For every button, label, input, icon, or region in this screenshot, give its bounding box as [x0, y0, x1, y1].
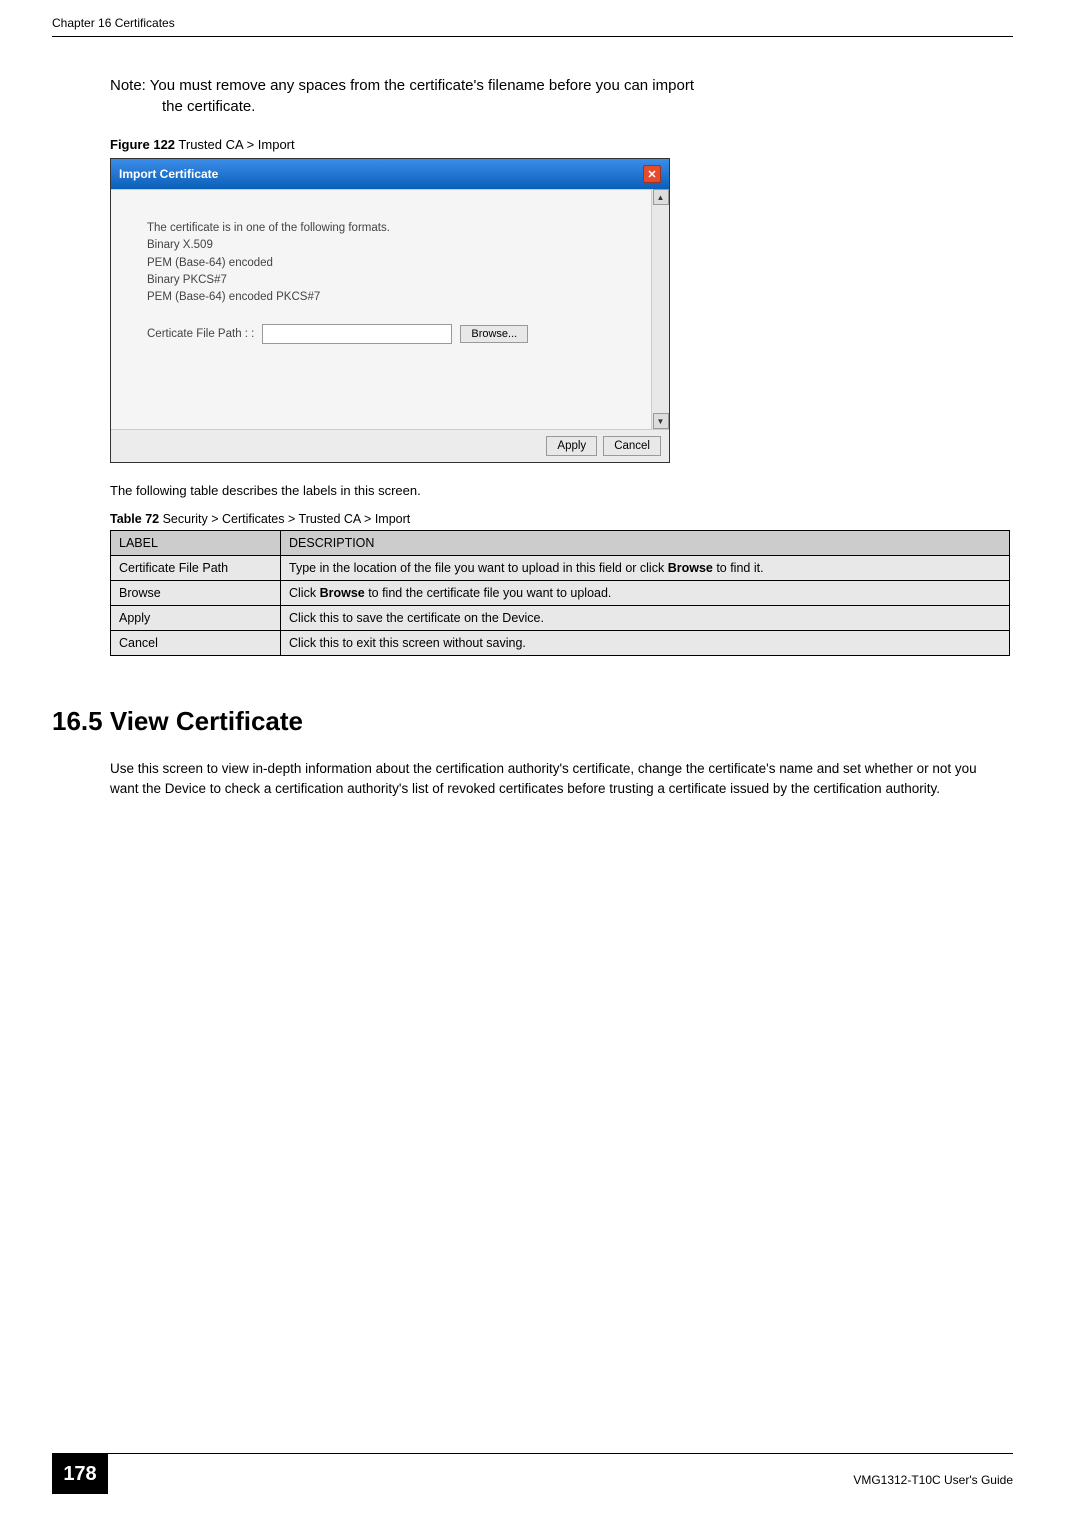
scroll-down-icon[interactable]: ▼ — [653, 413, 669, 429]
figure-label: Figure 122 — [110, 137, 175, 152]
table-cell-desc: Click Browse to find the certificate fil… — [281, 581, 1010, 606]
table-row: Cancel Click this to exit this screen wi… — [111, 631, 1010, 656]
format-item: PEM (Base-64) encoded — [147, 255, 627, 272]
certificate-formats-list: The certificate is in one of the followi… — [147, 220, 627, 306]
filepath-input[interactable] — [262, 324, 452, 344]
apply-button[interactable]: Apply — [546, 436, 597, 456]
table-caption: Table 72 Security > Certificates > Trust… — [110, 512, 1013, 526]
table-row: Browse Click Browse to find the certific… — [111, 581, 1010, 606]
note-line2: the certificate. — [110, 96, 1013, 117]
table-row: Certificate File Path Type in the locati… — [111, 556, 1010, 581]
note-prefix: Note: — [110, 77, 150, 94]
table-cell-label: Cancel — [111, 631, 281, 656]
table-cell-desc: Type in the location of the file you wan… — [281, 556, 1010, 581]
filepath-label: Certicate File Path : : — [147, 328, 254, 340]
close-icon[interactable]: ✕ — [643, 165, 661, 183]
section-heading: 16.5 View Certificate — [52, 706, 1013, 737]
browse-button[interactable]: Browse... — [460, 325, 528, 343]
table-intro-text: The following table describes the labels… — [110, 483, 1013, 498]
table-caption-text: Security > Certificates > Trusted CA > I… — [159, 512, 410, 526]
note-text: Note: You must remove any spaces from th… — [110, 75, 1013, 117]
formats-intro: The certificate is in one of the followi… — [147, 220, 627, 237]
table-cell-label: Browse — [111, 581, 281, 606]
format-item: Binary X.509 — [147, 237, 627, 254]
table-cell-desc: Click this to save the certificate on th… — [281, 606, 1010, 631]
note-line1: You must remove any spaces from the cert… — [150, 77, 694, 94]
table-label: Table 72 — [110, 512, 159, 526]
chapter-header: Chapter 16 Certificates — [52, 16, 175, 30]
table-header-label: LABEL — [111, 531, 281, 556]
figure-caption-text: Trusted CA > Import — [175, 137, 295, 152]
page-number: 178 — [52, 1454, 108, 1494]
format-item: Binary PKCS#7 — [147, 272, 627, 289]
section-body: Use this screen to view in-depth informa… — [110, 759, 1005, 798]
description-table: LABEL DESCRIPTION Certificate File Path … — [110, 530, 1010, 656]
table-row: Apply Click this to save the certificate… — [111, 606, 1010, 631]
table-header-desc: DESCRIPTION — [281, 531, 1010, 556]
table-cell-desc: Click this to exit this screen without s… — [281, 631, 1010, 656]
dialog-footer: Apply Cancel — [111, 429, 669, 462]
table-cell-label: Certificate File Path — [111, 556, 281, 581]
scroll-up-icon[interactable]: ▲ — [653, 189, 669, 205]
figure-caption: Figure 122 Trusted CA > Import — [110, 137, 1013, 152]
dialog-body: The certificate is in one of the followi… — [111, 189, 651, 429]
dialog-titlebar: Import Certificate ✕ — [111, 159, 669, 189]
format-item: PEM (Base-64) encoded PKCS#7 — [147, 289, 627, 306]
cancel-button[interactable]: Cancel — [603, 436, 661, 456]
scrollbar[interactable]: ▲ ▼ — [651, 189, 669, 429]
import-certificate-dialog: Import Certificate ✕ The certificate is … — [110, 158, 670, 463]
guide-name: VMG1312-T10C User's Guide — [853, 1461, 1013, 1487]
table-cell-label: Apply — [111, 606, 281, 631]
dialog-title: Import Certificate — [119, 167, 218, 181]
